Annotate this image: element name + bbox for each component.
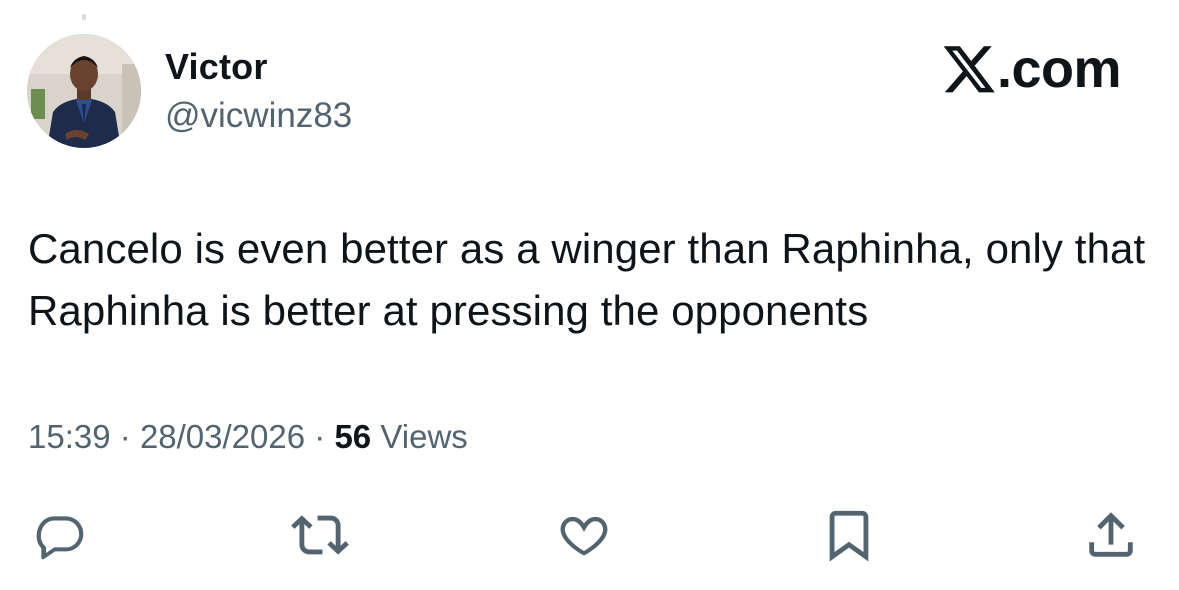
tweet-card: Victor @vicwinz83 .com Cancelo is even b… [0, 0, 1179, 590]
tweet-meta: 15:39 · 28/03/2026 · 56 Views [28, 418, 468, 456]
x-logo-icon [943, 46, 995, 93]
retweet-button[interactable] [290, 505, 350, 565]
avatar[interactable] [27, 34, 141, 148]
display-name[interactable]: Victor [165, 46, 268, 88]
top-mark [82, 14, 86, 20]
user-handle[interactable]: @vicwinz83 [165, 96, 352, 136]
tweet-time[interactable]: 15:39 [28, 418, 111, 455]
heart-icon [560, 516, 608, 556]
bookmark-icon [829, 510, 869, 562]
reply-button[interactable] [30, 505, 90, 565]
share-button[interactable] [1081, 505, 1141, 565]
meta-separator: · [119, 418, 131, 455]
like-button[interactable] [554, 505, 614, 565]
tweet-text: Cancelo is even better as a winger than … [28, 225, 1146, 334]
views-label: Views [380, 418, 468, 455]
avatar-image [27, 34, 141, 148]
share-icon [1089, 512, 1133, 557]
bookmark-button[interactable] [819, 505, 879, 565]
retweet-icon [291, 515, 349, 555]
action-bar [0, 505, 1179, 565]
brand-text: .com [996, 39, 1122, 99]
meta-separator: · [314, 418, 326, 455]
brand-logo: .com [943, 39, 1122, 99]
tweet-date[interactable]: 28/03/2026 [140, 418, 305, 455]
reply-icon [36, 516, 84, 560]
view-count: 56 [334, 418, 372, 455]
